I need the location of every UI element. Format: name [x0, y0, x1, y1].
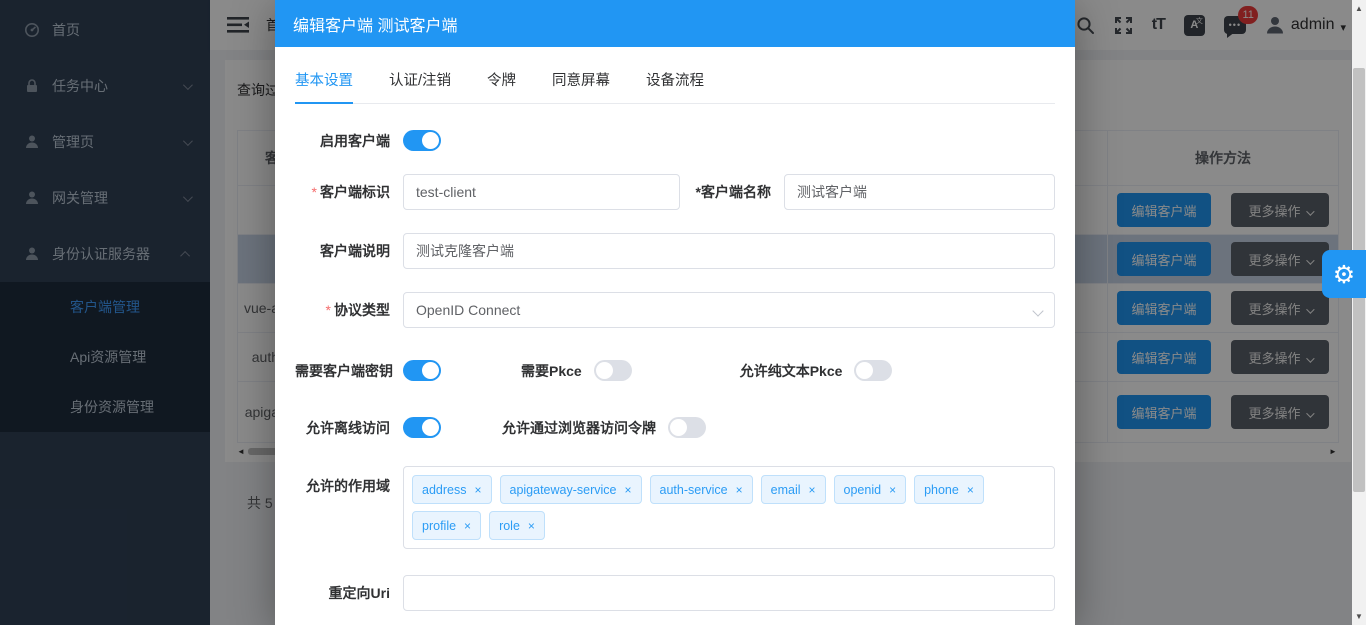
scope-tag: email ×: [761, 475, 826, 504]
chevron-down-icon: [1032, 305, 1043, 316]
vertical-scrollbar[interactable]: ▲ ▼: [1352, 0, 1366, 625]
scope-tag-label: phone: [924, 483, 959, 497]
form-row-protocol: *协议类型 OpenID Connect: [295, 292, 1055, 328]
modal-body: 基本设置 认证/注销 令牌 同意屏幕 设备流程 启用客户端 *客户端标识 *客户…: [275, 69, 1075, 611]
remove-tag-icon[interactable]: ×: [528, 519, 535, 533]
settings-fab[interactable]: ⚙: [1322, 250, 1366, 298]
form-row-scopes: 允许的作用域 address × apigateway-service × auth…: [295, 466, 1055, 549]
client-name-label-text: 客户端名称: [701, 184, 771, 200]
client-id-input[interactable]: [403, 174, 680, 210]
scope-tag: openid ×: [834, 475, 907, 504]
remove-tag-icon[interactable]: ×: [889, 483, 896, 497]
protocol-label: *协议类型: [295, 300, 403, 320]
client-name-label: *客户端名称: [680, 182, 784, 202]
plain-pkce-toggle[interactable]: [854, 360, 892, 381]
form-row-client-id-name: *客户端标识 *客户端名称: [295, 174, 1055, 210]
enable-client-label: 启用客户端: [295, 131, 403, 151]
scope-tag-label: auth-service: [660, 483, 728, 497]
modal-tabs: 基本设置 认证/注销 令牌 同意屏幕 设备流程: [295, 69, 1055, 104]
remove-tag-icon[interactable]: ×: [464, 519, 471, 533]
protocol-value: OpenID Connect: [416, 302, 520, 318]
scope-tag-label: profile: [422, 519, 456, 533]
form-row-pkce-toggles: 需要客户端密钥 需要Pkce 允许纯文本Pkce: [295, 360, 1055, 381]
tab-token[interactable]: 令牌: [487, 69, 516, 103]
tab-consent-screen[interactable]: 同意屏幕: [552, 69, 610, 103]
offline-access-label: 允许离线访问: [295, 418, 403, 438]
protocol-select[interactable]: OpenID Connect: [403, 292, 1055, 328]
remove-tag-icon[interactable]: ×: [736, 483, 743, 497]
remove-tag-icon[interactable]: ×: [809, 483, 816, 497]
remove-tag-icon[interactable]: ×: [625, 483, 632, 497]
tab-auth-logout[interactable]: 认证/注销: [389, 69, 451, 103]
form-row-enable-client: 启用客户端: [295, 130, 1055, 151]
client-desc-input[interactable]: [403, 233, 1055, 269]
require-secret-label: 需要客户端密钥: [295, 361, 403, 381]
tab-basic-settings[interactable]: 基本设置: [295, 69, 353, 103]
scope-tag-label: email: [771, 483, 801, 497]
scopes-label: 允许的作用域: [295, 466, 403, 496]
modal-header: 编辑客户端 测试客户端: [275, 0, 1075, 47]
scope-tag-label: openid: [844, 483, 882, 497]
offline-access-toggle[interactable]: [403, 417, 441, 438]
require-secret-toggle[interactable]: [403, 360, 441, 381]
scope-tag-label: role: [499, 519, 520, 533]
client-id-label: *客户端标识: [295, 182, 403, 202]
redirect-uri-input[interactable]: [403, 575, 1055, 611]
modal-title: 编辑客户端 测试客户端: [293, 12, 457, 36]
scope-tag: role ×: [489, 511, 545, 540]
scope-tag: auth-service ×: [650, 475, 753, 504]
protocol-label-text: 协议类型: [334, 302, 390, 318]
client-id-label-text: 客户端标识: [320, 184, 390, 200]
client-form: 启用客户端 *客户端标识 *客户端名称 客户端说明 *协议类型 OpenID C…: [295, 130, 1055, 611]
plain-pkce-label: 允许纯文本Pkce: [740, 361, 843, 381]
scope-tag-label: address: [422, 483, 466, 497]
tab-device-flow[interactable]: 设备流程: [646, 69, 704, 103]
require-pkce-toggle[interactable]: [594, 360, 632, 381]
form-row-redirect-uri: 重定向Uri: [295, 575, 1055, 611]
scroll-up-icon[interactable]: ▲: [1352, 4, 1366, 13]
scope-tag: apigateway-service ×: [500, 475, 642, 504]
scope-tag: phone ×: [914, 475, 984, 504]
client-name-input[interactable]: [784, 174, 1055, 210]
scope-tag: profile ×: [412, 511, 481, 540]
form-row-access-toggles: 允许离线访问 允许通过浏览器访问令牌: [295, 417, 1055, 438]
remove-tag-icon[interactable]: ×: [967, 483, 974, 497]
edit-client-modal: 编辑客户端 测试客户端 基本设置 认证/注销 令牌 同意屏幕 设备流程 启用客户…: [275, 0, 1075, 625]
remove-tag-icon[interactable]: ×: [474, 483, 481, 497]
gear-icon: ⚙: [1333, 260, 1355, 289]
scroll-down-icon[interactable]: ▼: [1352, 612, 1366, 621]
enable-client-toggle[interactable]: [403, 130, 441, 151]
require-pkce-label: 需要Pkce: [521, 361, 582, 381]
browser-token-toggle[interactable]: [668, 417, 706, 438]
scopes-tagbox[interactable]: address × apigateway-service × auth-servic…: [403, 466, 1055, 549]
redirect-uri-label: 重定向Uri: [295, 583, 403, 603]
browser-token-label: 允许通过浏览器访问令牌: [502, 418, 656, 438]
required-asterisk: *: [326, 302, 331, 318]
required-asterisk: *: [312, 184, 317, 200]
scope-tag: address ×: [412, 475, 492, 504]
scope-tag-label: apigateway-service: [510, 483, 617, 497]
form-row-client-desc: 客户端说明: [295, 233, 1055, 269]
client-desc-label: 客户端说明: [295, 241, 403, 261]
